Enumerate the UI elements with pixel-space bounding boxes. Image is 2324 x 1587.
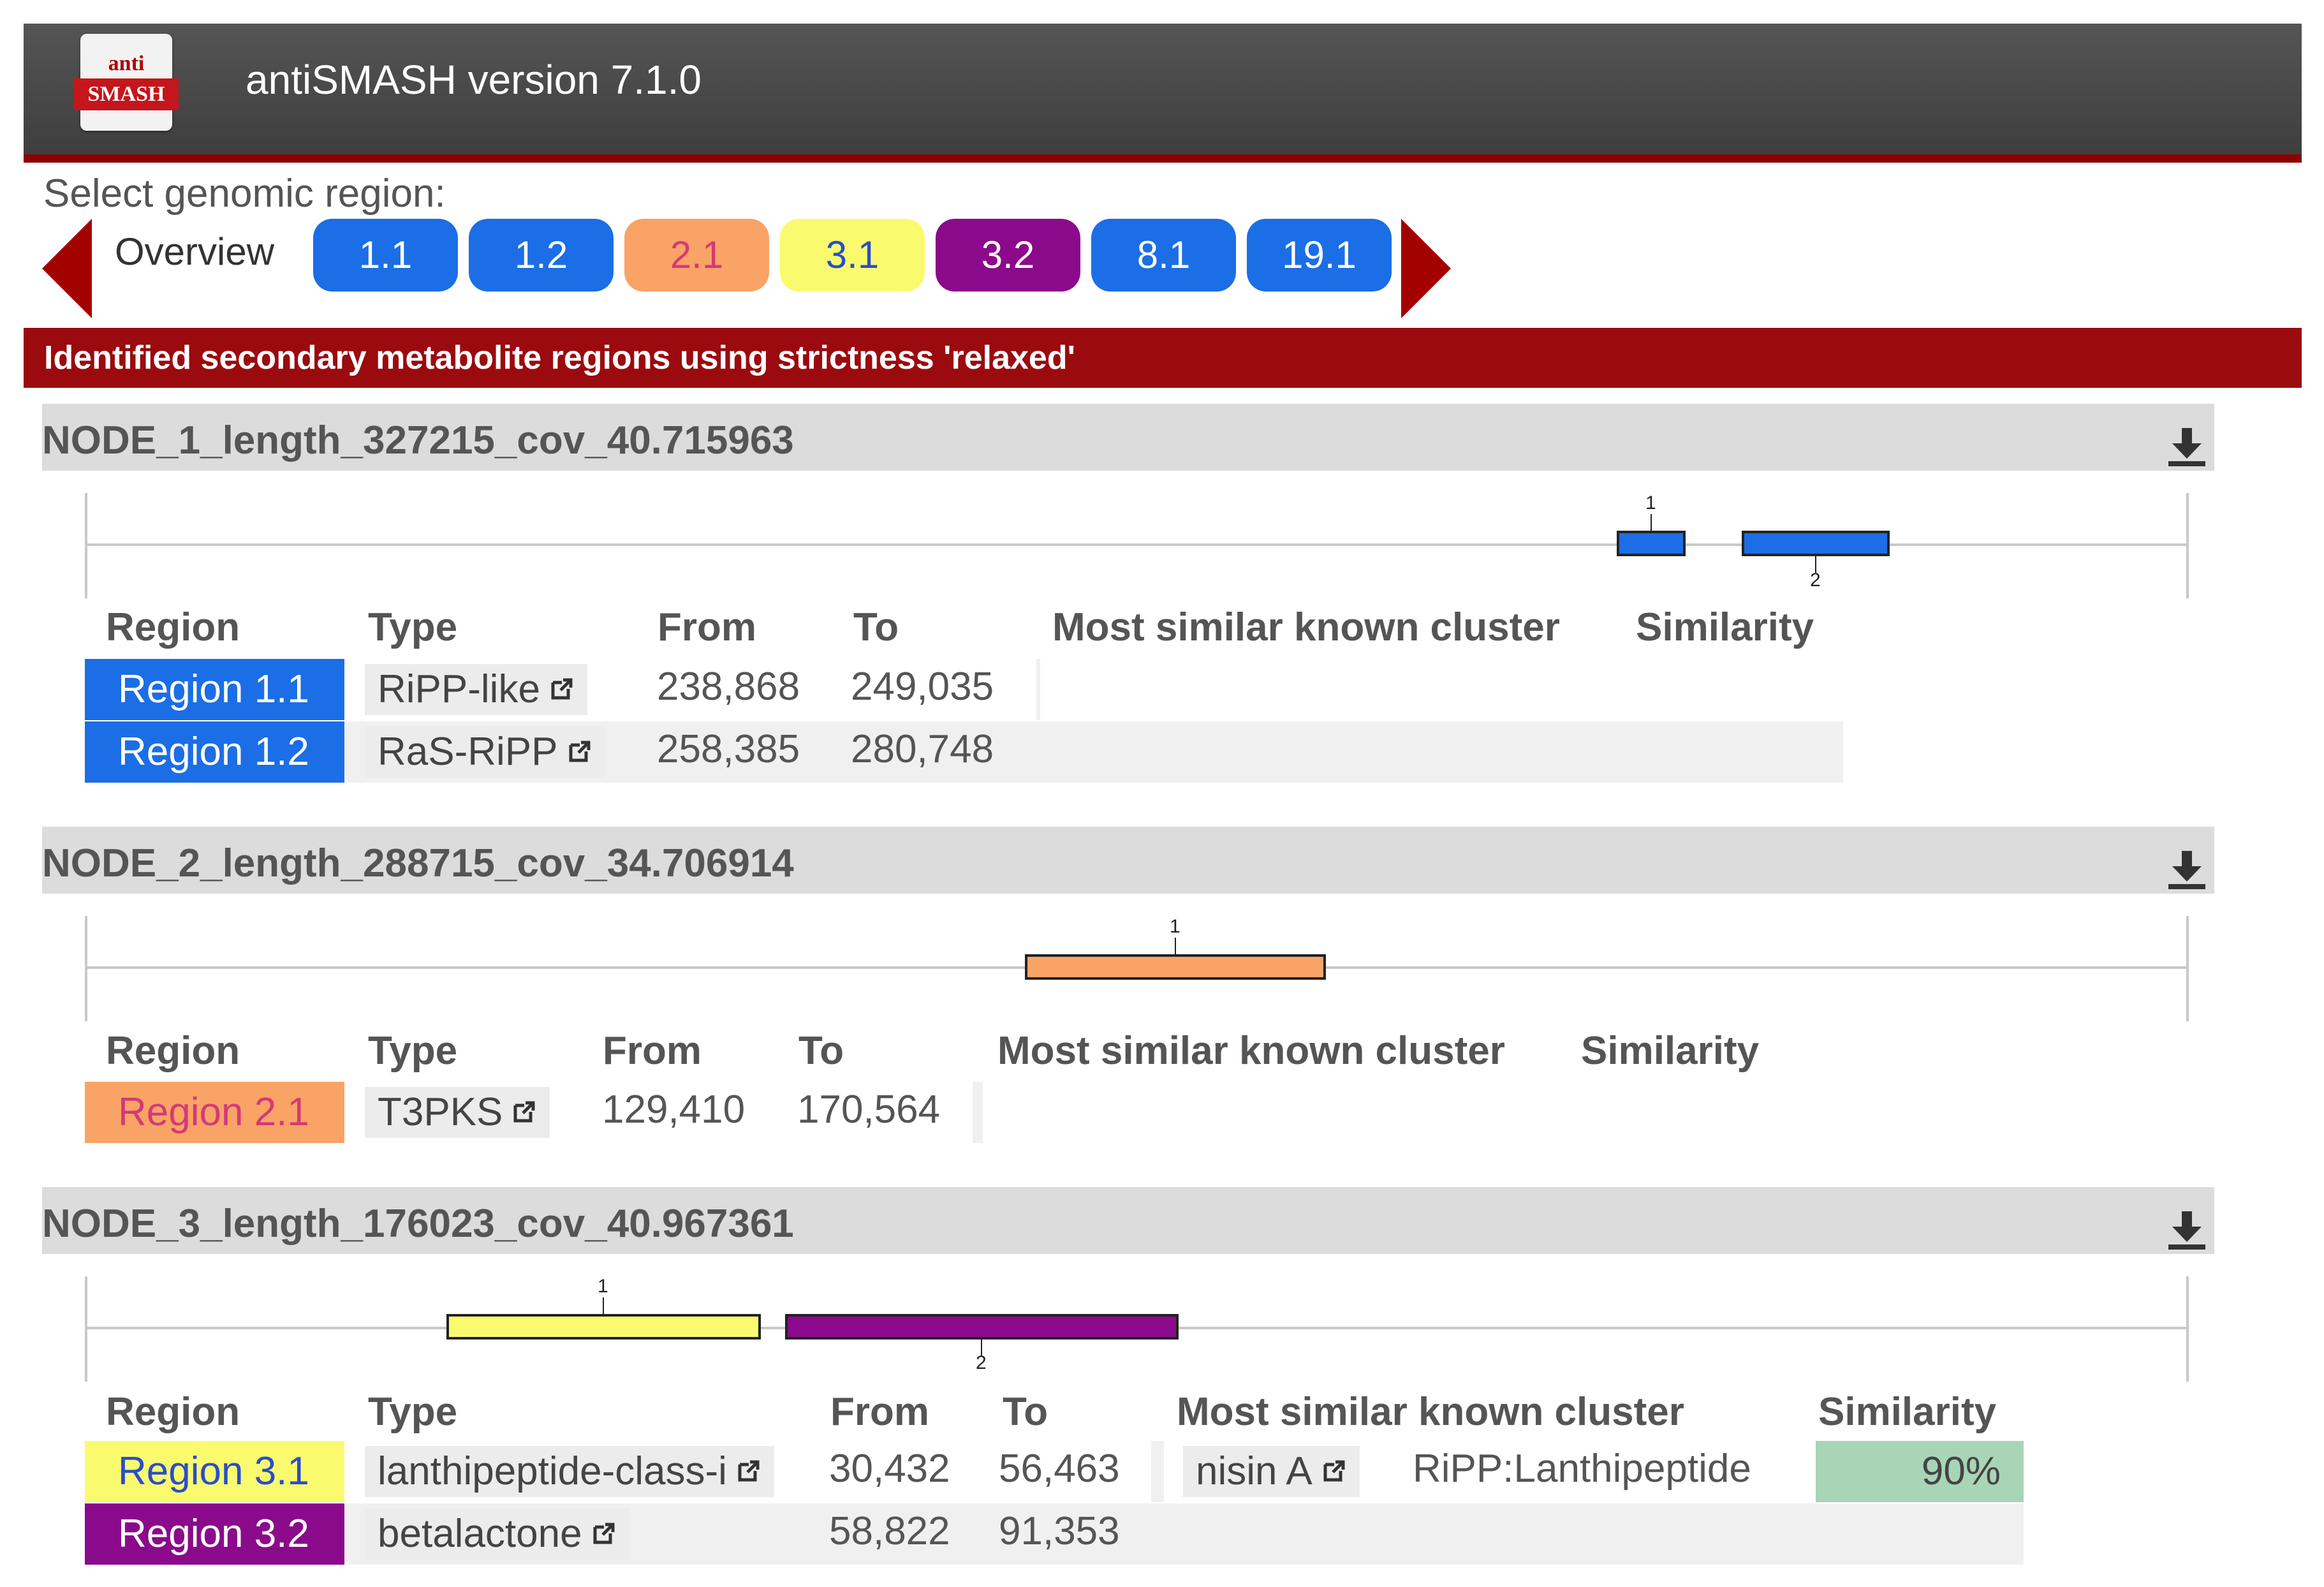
map-label: 2	[1810, 570, 1821, 591]
from-value: 58,822	[829, 1509, 950, 1553]
map-region-1-1[interactable]	[1617, 531, 1686, 556]
from-value: 238,868	[657, 665, 800, 709]
col-header-type: Type	[368, 1029, 458, 1073]
region-button-8-1[interactable]: 8.1	[1091, 219, 1236, 292]
region-link-1-1[interactable]: Region 1.1	[85, 659, 344, 720]
region-link-3-1[interactable]: Region 3.1	[85, 1441, 344, 1502]
from-value: 258,385	[657, 727, 800, 771]
type-cell[interactable]: RiPP-like	[365, 664, 587, 715]
map-region-3-1[interactable]	[446, 1314, 761, 1340]
map-tick	[1651, 514, 1652, 531]
antismash-logo[interactable]: anti SMASH	[74, 34, 179, 131]
overview-button[interactable]: Overview	[115, 230, 274, 274]
app-title: antiSMASH version 7.1.0	[246, 57, 702, 103]
external-link-icon[interactable]	[591, 1521, 617, 1546]
external-link-icon[interactable]	[1321, 1458, 1347, 1484]
row-separator	[1036, 659, 1040, 720]
col-header-most-similar: Most similar known cluster	[997, 1029, 1505, 1073]
type-cell[interactable]: RaS-RiPP	[365, 727, 605, 778]
download-icon[interactable]	[2165, 424, 2209, 469]
region-link-2-1[interactable]: Region 2.1	[85, 1082, 344, 1143]
to-value: 249,035	[851, 665, 994, 709]
region-button-1-1[interactable]: 1.1	[313, 219, 458, 292]
col-header-region: Region	[106, 605, 240, 649]
arrow-right-icon[interactable]	[1401, 219, 1451, 318]
download-icon[interactable]	[2165, 847, 2209, 892]
download-icon[interactable]	[2165, 1207, 2209, 1252]
to-value: 56,463	[999, 1447, 1120, 1491]
similarity-value: 90%	[1816, 1441, 2024, 1502]
col-header-similarity: Similarity	[1818, 1390, 1997, 1434]
type-label: RiPP-like	[378, 667, 540, 711]
logo-text-anti: anti	[108, 52, 145, 75]
map-label: 1	[1170, 916, 1180, 937]
type-label: betalactone	[378, 1512, 582, 1556]
record-title: NODE_1_length_327215_cov_40.715963	[42, 418, 794, 462]
map-region-1-2[interactable]	[1742, 531, 1890, 556]
record-header-node-2: NODE_2_length_288715_cov_34.706914	[42, 827, 2214, 894]
col-header-to: To	[798, 1029, 844, 1073]
record-header-node-3: NODE_3_length_176023_cov_40.967361	[42, 1187, 2214, 1254]
cluster-name: nisin A	[1196, 1449, 1313, 1493]
type-cell[interactable]: lanthipeptide-class-i	[365, 1446, 774, 1497]
to-value: 280,748	[851, 727, 994, 771]
record-title: NODE_3_length_176023_cov_40.967361	[42, 1202, 794, 1246]
strictness-banner: Identified secondary metabolite regions …	[24, 328, 2302, 388]
col-header-type: Type	[368, 1390, 458, 1434]
col-header-region: Region	[106, 1029, 240, 1073]
region-link-3-2[interactable]: Region 3.2	[85, 1503, 344, 1565]
col-header-to: To	[853, 605, 899, 649]
select-region-label: Select genomic region:	[43, 172, 446, 216]
to-value: 91,353	[999, 1509, 1120, 1553]
region-button-2-1[interactable]: 2.1	[624, 219, 769, 292]
type-cell[interactable]: T3PKS	[365, 1087, 550, 1138]
region-button-19-1[interactable]: 19.1	[1247, 219, 1392, 292]
region-link-1-2[interactable]: Region 1.2	[85, 721, 344, 783]
map-label: 1	[598, 1276, 608, 1297]
col-header-similarity: Similarity	[1581, 1029, 1760, 1073]
cluster-type: RiPP:Lanthipeptide	[1413, 1447, 1751, 1491]
record-header-node-1: NODE_1_length_327215_cov_40.715963	[42, 404, 2214, 471]
row-separator	[973, 1082, 983, 1143]
external-link-icon[interactable]	[549, 676, 575, 702]
type-label: lanthipeptide-class-i	[378, 1449, 727, 1493]
col-header-type: Type	[368, 605, 458, 649]
logo-text-smash: SMASH	[74, 78, 179, 110]
external-link-icon[interactable]	[567, 739, 592, 764]
type-cell[interactable]: betalactone	[365, 1509, 629, 1560]
to-value: 170,564	[797, 1088, 941, 1132]
col-header-from: From	[830, 1390, 929, 1434]
external-link-icon[interactable]	[511, 1099, 537, 1125]
region-button-1-2[interactable]: 1.2	[469, 219, 614, 292]
region-button-3-2[interactable]: 3.2	[936, 219, 1080, 292]
col-header-from: From	[658, 605, 756, 649]
col-header-similarity: Similarity	[1636, 605, 1814, 649]
col-header-to: To	[1003, 1390, 1048, 1434]
most-similar-cluster-link[interactable]: nisin A	[1183, 1446, 1360, 1497]
from-value: 30,432	[829, 1447, 950, 1491]
arrow-left-icon[interactable]	[42, 219, 92, 318]
region-button-3-1[interactable]: 3.1	[780, 219, 925, 292]
map-label: 1	[1645, 492, 1656, 513]
row-separator	[1151, 1441, 1164, 1502]
header-accent-strip	[24, 154, 2302, 163]
map-end-cap	[2186, 1276, 2189, 1382]
from-value: 129,410	[602, 1088, 746, 1132]
map-end-cap	[2186, 916, 2189, 1021]
map-label: 2	[976, 1352, 987, 1373]
col-header-most-similar: Most similar known cluster	[1052, 605, 1560, 649]
map-region-2-1[interactable]	[1025, 954, 1326, 980]
type-label: RaS-RiPP	[378, 730, 558, 774]
col-header-most-similar: Most similar known cluster	[1177, 1390, 1684, 1434]
record-title: NODE_2_length_288715_cov_34.706914	[42, 841, 794, 885]
map-region-3-2[interactable]	[785, 1314, 1179, 1340]
type-label: T3PKS	[378, 1090, 503, 1134]
map-end-cap	[2186, 493, 2189, 598]
external-link-icon[interactable]	[736, 1458, 761, 1484]
col-header-region: Region	[106, 1390, 240, 1434]
map-tick	[603, 1297, 604, 1314]
map-tick	[1175, 938, 1176, 954]
col-header-from: From	[603, 1029, 702, 1073]
